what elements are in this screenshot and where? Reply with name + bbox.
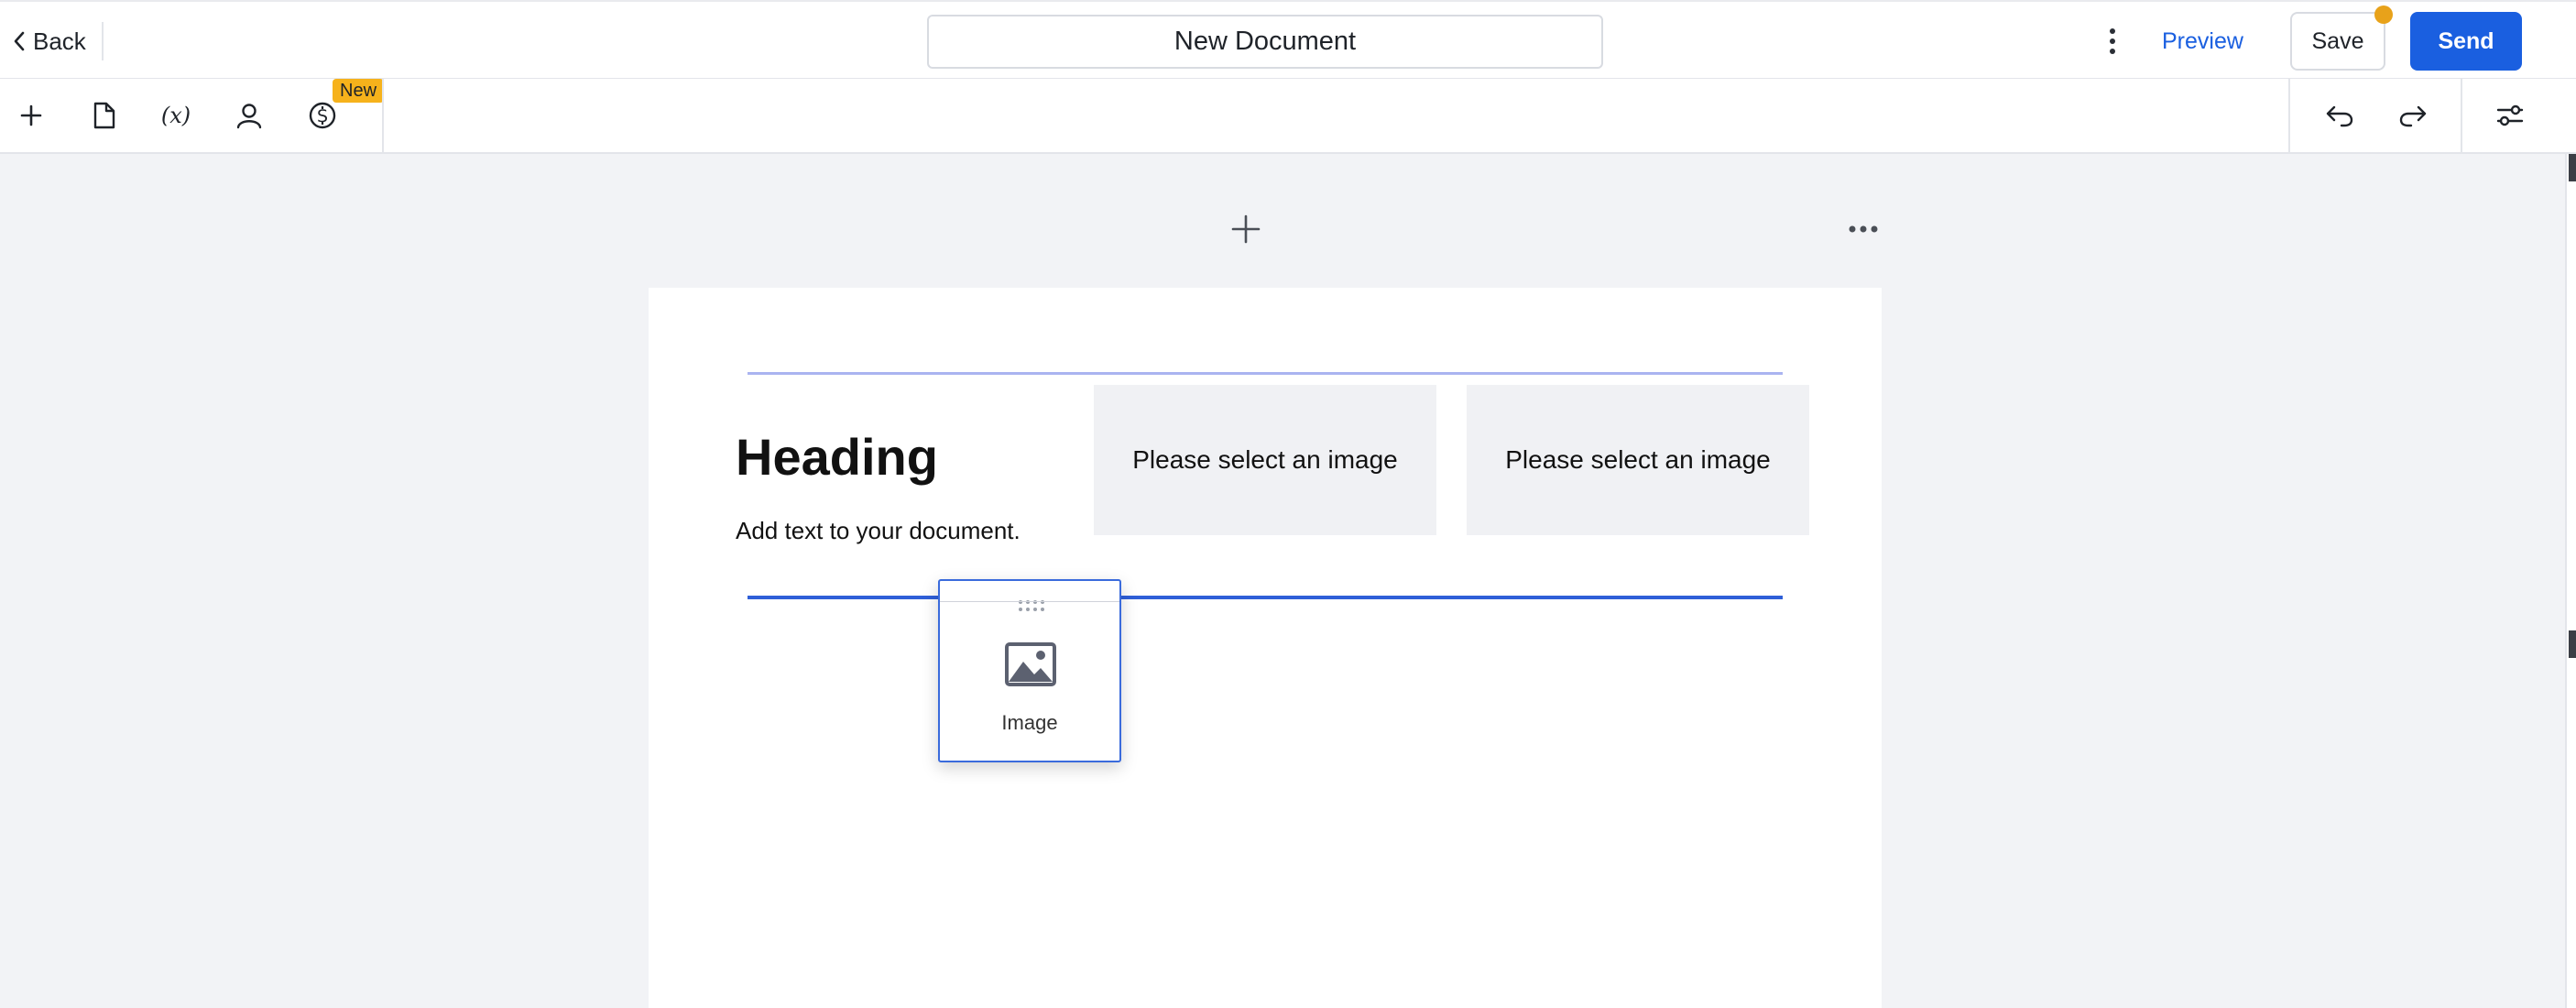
more-options-icon[interactable] bbox=[2101, 26, 2123, 57]
side-panel-edge bbox=[2565, 154, 2576, 1008]
redo-icon bbox=[2399, 105, 2427, 127]
new-badge: New bbox=[333, 79, 385, 103]
plus-icon bbox=[20, 104, 42, 126]
divider bbox=[102, 22, 104, 60]
text-block[interactable]: Add text to your document. bbox=[736, 517, 1021, 545]
dragged-image-block[interactable]: Image bbox=[938, 579, 1121, 762]
roles-button[interactable] bbox=[227, 93, 271, 137]
redo-button[interactable] bbox=[2391, 93, 2435, 137]
section-boundary-line bbox=[748, 372, 1783, 375]
back-label: Back bbox=[33, 27, 86, 55]
dollar-icon: S bbox=[309, 102, 336, 129]
document-title-input[interactable] bbox=[927, 15, 1603, 69]
save-button[interactable]: Save bbox=[2290, 12, 2385, 71]
document-page[interactable]: Heading Add text to your document. Pleas… bbox=[649, 288, 1882, 1008]
settings-button[interactable] bbox=[2488, 93, 2532, 137]
image-placeholder[interactable]: Please select an image bbox=[1094, 385, 1436, 535]
drop-indicator-line bbox=[748, 596, 1783, 599]
svg-text:(x): (x) bbox=[161, 103, 191, 128]
panel-marker bbox=[2569, 154, 2576, 181]
add-block-button[interactable] bbox=[9, 93, 53, 137]
toolbar-divider bbox=[382, 79, 384, 154]
chevron-left-icon bbox=[14, 31, 25, 51]
divider bbox=[940, 601, 1119, 602]
editor-toolbar: (x) S New bbox=[0, 79, 2576, 154]
person-icon bbox=[236, 104, 262, 129]
block-label: Image bbox=[1001, 711, 1058, 734]
variables-button[interactable]: (x) bbox=[154, 93, 198, 137]
add-section-icon[interactable] bbox=[1228, 211, 1264, 247]
undo-button[interactable] bbox=[2318, 93, 2362, 137]
top-header: Back Preview Save Send bbox=[0, 0, 2576, 79]
image-icon bbox=[1005, 642, 1056, 686]
toolbar-divider bbox=[2288, 79, 2290, 154]
undo-icon bbox=[2326, 105, 2353, 127]
back-button[interactable]: Back bbox=[13, 20, 86, 62]
content-library-button[interactable] bbox=[82, 93, 126, 137]
image-placeholder[interactable]: Please select an image bbox=[1467, 385, 1809, 535]
heading-block[interactable]: Heading bbox=[736, 427, 938, 487]
toolbar-divider bbox=[2461, 79, 2462, 154]
send-button[interactable]: Send bbox=[2410, 12, 2522, 71]
unsaved-indicator bbox=[2374, 5, 2393, 24]
document-icon bbox=[93, 102, 115, 129]
settings-sliders-icon bbox=[2496, 104, 2524, 126]
section-more-icon[interactable] bbox=[1847, 220, 1880, 238]
variable-icon: (x) bbox=[161, 103, 191, 128]
panel-marker bbox=[2569, 630, 2576, 658]
preview-link[interactable]: Preview bbox=[2162, 24, 2243, 59]
